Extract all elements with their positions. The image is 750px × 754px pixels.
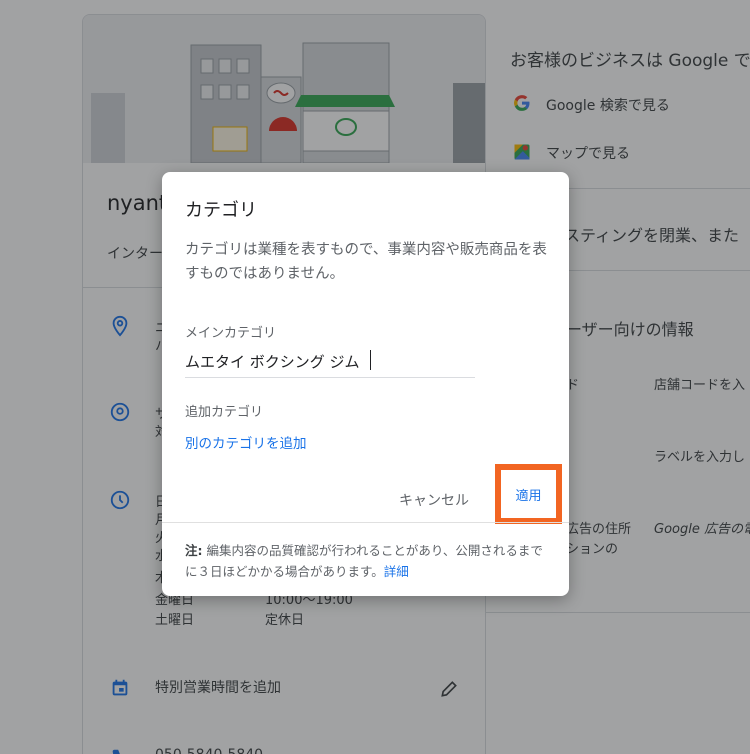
learn-more-link[interactable]: 詳細	[384, 564, 409, 579]
note-prefix: 注:	[185, 543, 203, 558]
text-caret	[370, 350, 371, 370]
apply-button[interactable]: 適用	[501, 470, 556, 518]
additional-categories-label: 追加カテゴリ	[185, 405, 264, 420]
primary-category-input[interactable]	[185, 346, 475, 378]
dialog-note: 注: 編集内容の品質確認が行われることがあり、公開されるまでに３日ほどかかる場合…	[185, 540, 551, 582]
dialog-description: カテゴリは業種を表すもので、事業内容や販売商品を表すものではありません。	[185, 242, 547, 282]
add-category-link[interactable]: 別のカテゴリを追加	[185, 432, 307, 452]
primary-category-label: メインカテゴリ	[185, 326, 277, 341]
note-text: 編集内容の品質確認が行われることがあり、公開されるまでに３日ほどかかる場合があり…	[185, 543, 543, 579]
category-dialog: カテゴリ カテゴリは業種を表すもので、事業内容や販売商品を表すものではありません…	[162, 172, 569, 596]
dialog-title: カテゴリ	[185, 200, 257, 221]
divider	[162, 522, 569, 523]
apply-button-highlight: 適用	[495, 464, 562, 524]
cancel-button[interactable]: キャンセル	[392, 484, 476, 516]
